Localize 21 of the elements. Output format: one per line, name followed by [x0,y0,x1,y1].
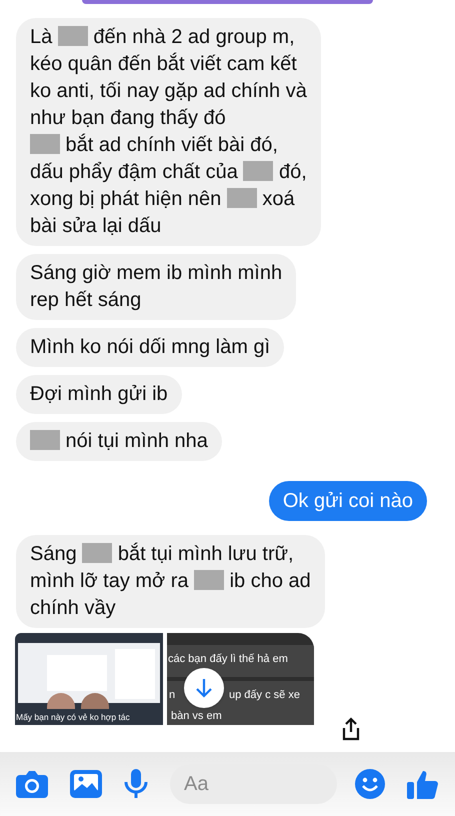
message-bubble: Mình ko nói dối mng làm gì [16,328,284,367]
share-icon [341,717,361,741]
thumbs-up-icon[interactable] [407,768,439,800]
message-bubble: Là đến nhà 2 ad group m, kéo quân đến bắt viết cam kết ko anti, tối nay gặp ad chính và như bạn đang thấy đó bắt ad chính viết bài đó, dấu phẩy đậm chất của đó, xong bị phát hiện nên xoá bài sửa lại dấu [16,18,321,246]
message-bubble: Sáng bắt tụi mình lưu trữ, mình lỡ tay mở ra ib cho ad chính vầy [16,535,325,628]
microphone-icon[interactable] [124,769,148,799]
chat-text: các bạn đấy lì thế hả em [168,653,288,666]
smiley-icon[interactable] [355,769,385,799]
image-caption: Mấy bạn này có vẻ ko hợp tác [16,711,130,723]
arrow-down-icon [195,678,213,698]
message-bubble: Đợi mình gửi ib [16,375,182,414]
message-bubble: Ok gửi coi nào [268,481,427,521]
image-icon[interactable] [70,770,102,798]
message-bubble: Sáng giờ mem ib mình mình rep hết sáng [16,254,296,320]
screenshot-attachment[interactable]: các bạn đấy lì thế hả em n up đấy c sẽ xe bàn vs em [167,633,314,725]
screenshot-attachment[interactable]: Mấy bạn này có vẻ ko hợp tác [15,633,163,725]
message-bubble: nói tụi mình nha [16,422,222,461]
camera-icon[interactable] [16,770,48,798]
chat-text: up đấy c sẽ xe [229,689,300,702]
chat-text: n [169,689,176,702]
chat-text: bàn vs em [171,710,222,723]
